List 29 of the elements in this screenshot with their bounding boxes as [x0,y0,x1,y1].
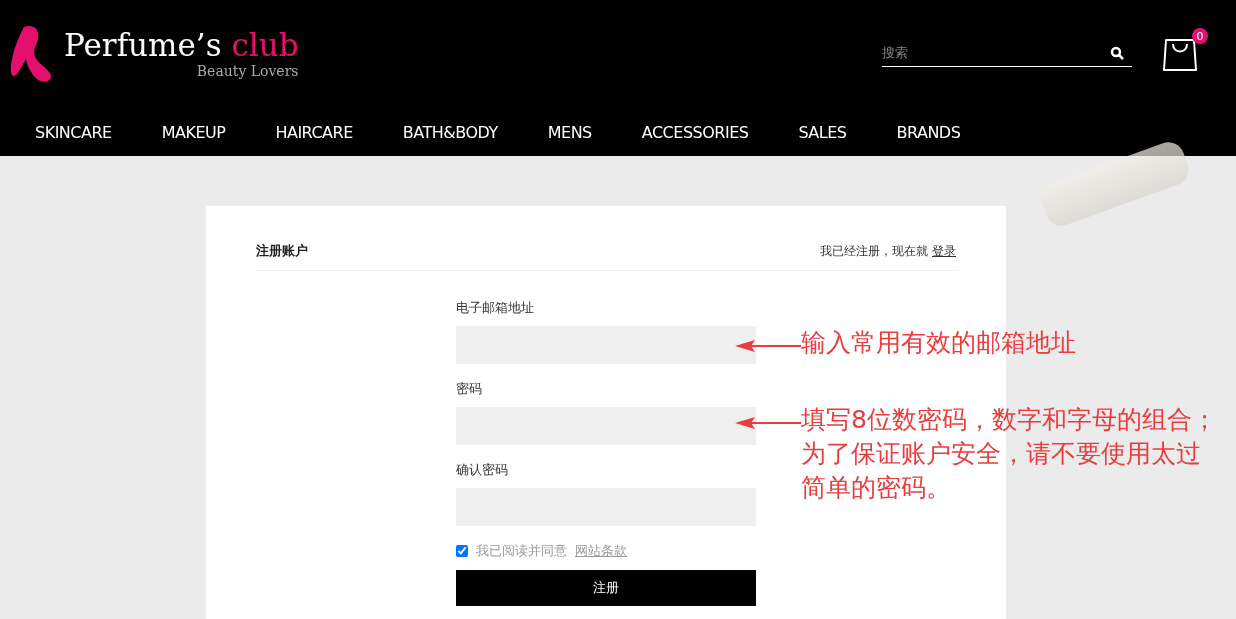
cart-count-badge: 0 [1192,28,1208,44]
nav-link[interactable]: HAIRCARE [275,122,353,142]
nav-link[interactable]: SKINCARE [35,122,112,142]
login-prompt: 我已经注册，现在就 [820,242,928,260]
nav-link[interactable]: BATH&BODY [402,122,498,142]
nav-link[interactable]: BRANDS [896,122,961,142]
arrow-icon [735,416,801,430]
field-label: 电子邮箱地址 [456,299,535,317]
search-field[interactable]: 搜索 [882,44,1132,67]
register-button[interactable]: 注册 [456,570,756,606]
logo-text: Perfume’s club [64,29,299,61]
input-field[interactable] [456,326,756,364]
nav-link[interactable]: SALES [798,122,847,142]
input-field[interactable] [456,407,756,445]
field-label: 确认密码 [456,461,509,479]
nav-link[interactable]: ACCESSORIES [641,122,749,142]
agree-label: 我已阅读并同意 [476,542,567,560]
nav-link[interactable]: MAKEUP [161,122,226,142]
annotation-text: 填写8位数密码，数字和字母的组合；为了保证账户安全，请不要使用太过简单的密码。 [801,404,1218,504]
logo-tagline: Beauty Lovers [196,62,299,79]
arrow-icon [735,339,801,353]
annotation-text: 输入常用有效的邮箱地址 [801,327,1077,359]
login-link[interactable]: 登录 [932,242,956,260]
form-title: 注册账户 [256,242,308,260]
agree-checkbox[interactable] [456,545,468,557]
nav-link[interactable]: MENS [547,122,592,142]
search-icon[interactable] [1110,45,1124,60]
field-label: 密码 [456,380,483,398]
shopping-bag-icon[interactable] [1162,36,1198,72]
